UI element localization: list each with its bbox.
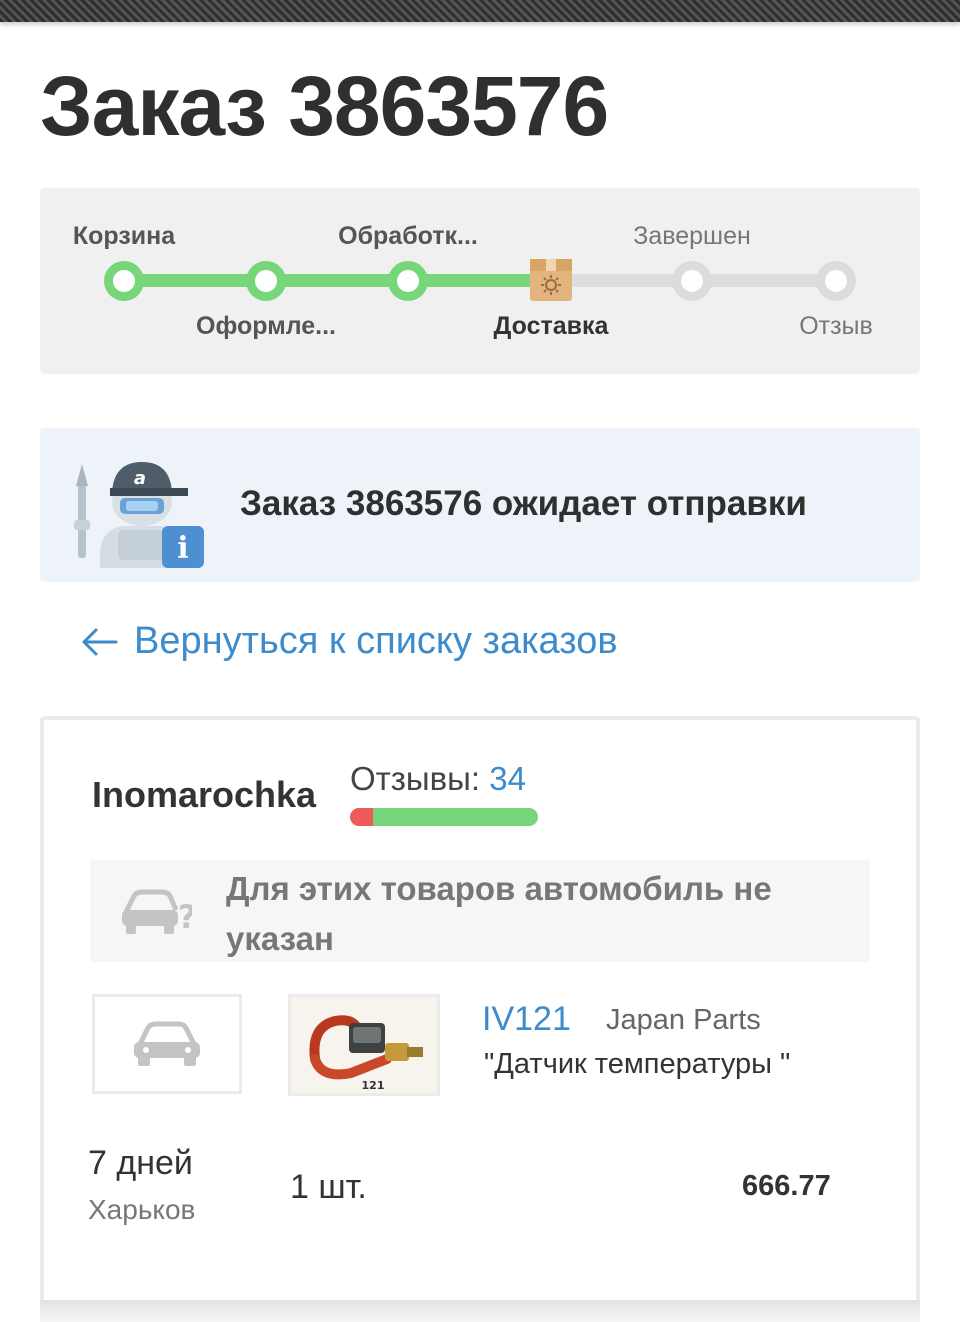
order-item-card: Inomarochka Отзывы: 34 ? Для этих товаро…: [40, 716, 920, 1306]
reviews-count-link[interactable]: 34: [489, 760, 526, 797]
step-dot-checkout: [246, 261, 286, 301]
car-icon: [134, 1021, 200, 1066]
arrow-left-icon: [82, 628, 118, 655]
seller-reviews: Отзывы: 34: [350, 760, 526, 798]
back-link-label: Вернуться к списку заказов: [134, 620, 618, 662]
svg-text:?: ?: [178, 898, 192, 936]
seller-rating-bar: [350, 808, 538, 826]
svg-text:i: i: [177, 531, 188, 566]
seller-name[interactable]: Inomarochka: [92, 774, 316, 816]
step-dot-review: [816, 261, 856, 301]
item-price: 666.77: [742, 1170, 831, 1202]
order-status-banner: a i Заказ 3863576 ожидает отправки: [40, 428, 920, 582]
step-dot-cart: [104, 261, 144, 301]
step-dot-completed: [672, 261, 712, 301]
back-to-orders-link[interactable]: Вернуться к списку заказов: [80, 620, 618, 663]
part-brand: Japan Parts: [606, 1004, 761, 1036]
delivery-city: Харьков: [88, 1194, 196, 1225]
vehicle-placeholder: [92, 994, 242, 1094]
step-label-review: Отзыв: [799, 312, 873, 340]
step-label-checkout: Оформле...: [196, 312, 336, 340]
page-title: Заказ 3863576: [40, 59, 609, 153]
item-quantity: 1 шт.: [290, 1168, 367, 1206]
product-image[interactable]: 121: [288, 994, 440, 1096]
top-decorative-strip: [0, 0, 960, 22]
step-label-processing: Обработк...: [338, 222, 478, 250]
progress-track-completed: [124, 274, 550, 287]
part-number-link[interactable]: IV121: [482, 1000, 571, 1039]
rating-bar-negative-share: [350, 808, 373, 826]
card-shadow: [40, 1300, 920, 1322]
package-gear-icon: [530, 259, 572, 301]
mascot-info-icon: a i: [70, 456, 210, 572]
step-label-completed: Завершен: [633, 222, 751, 250]
reviews-label: Отзывы:: [350, 760, 481, 797]
delivery-time: 7 дней: [88, 1144, 193, 1182]
svg-text:121: 121: [362, 1079, 385, 1092]
step-dot-processing: [388, 261, 428, 301]
part-name: "Датчик температуры ": [484, 1048, 791, 1080]
car-question-icon: ?: [122, 889, 192, 936]
order-progress-tracker: Корзина Оформле... Обработк... Доставка …: [40, 188, 920, 374]
svg-text:a: a: [134, 468, 146, 489]
step-label-delivery: Доставка: [493, 312, 609, 340]
step-label-cart: Корзина: [72, 222, 176, 250]
vehicle-note-text: Для этих товаров автомобиль не указан: [226, 870, 772, 957]
order-status-text: Заказ 3863576 ожидает отправки: [240, 484, 807, 523]
vehicle-not-specified-note: ? Для этих товаров автомобиль не указан: [90, 860, 870, 962]
